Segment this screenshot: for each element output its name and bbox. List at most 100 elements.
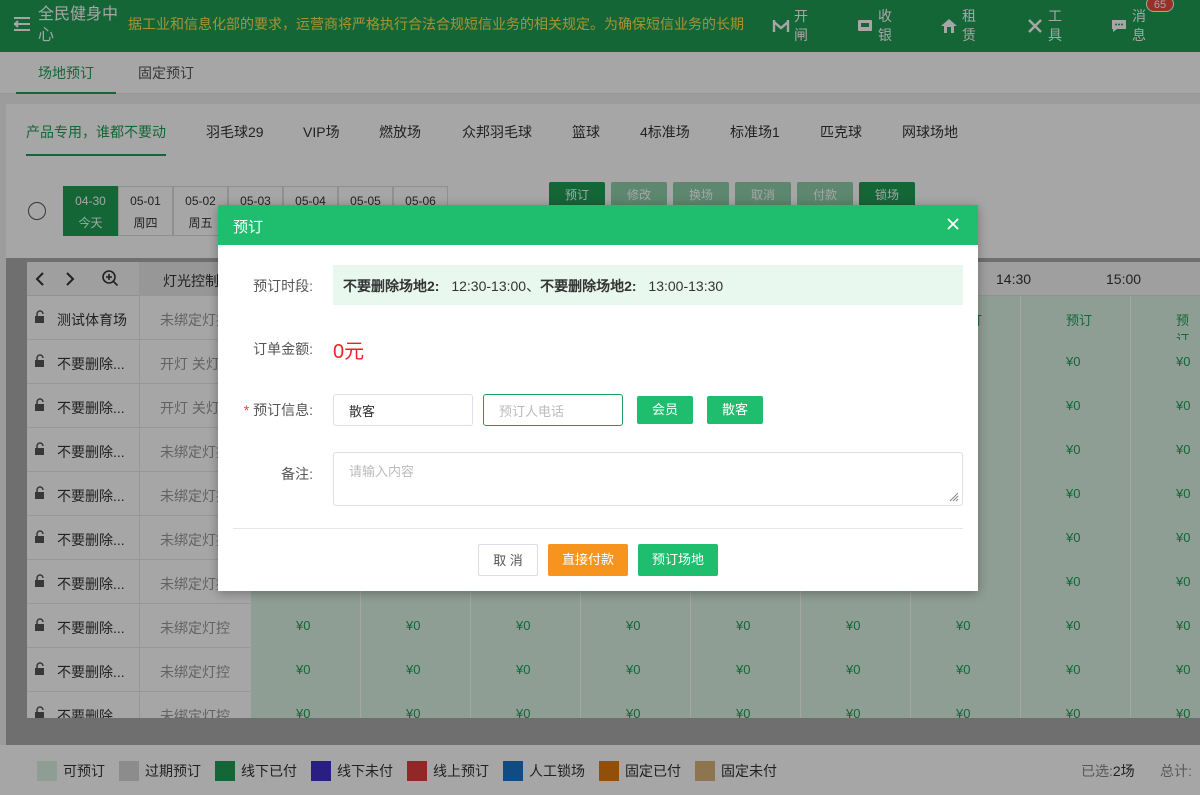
chevron-right-icon[interactable] xyxy=(63,271,77,287)
venue-tab-product[interactable]: 产品专用，谁都不要动 xyxy=(26,122,166,156)
slot-price[interactable]: ¥0 xyxy=(956,662,970,677)
phone-input[interactable]: 预订人电话 xyxy=(483,394,623,426)
date-0430[interactable]: 04-30 今天 xyxy=(63,186,118,236)
slot-price[interactable]: ¥0 xyxy=(1176,574,1190,589)
menu-icon[interactable] xyxy=(12,14,32,34)
cell-divider xyxy=(1130,340,1131,384)
slot-price[interactable]: ¥0 xyxy=(406,618,420,633)
time-header: 14:30 xyxy=(996,271,1032,287)
venue-tab-basketball[interactable]: 篮球 xyxy=(572,122,600,142)
lock-icon[interactable] xyxy=(33,618,47,632)
resize-grip-icon[interactable] xyxy=(949,492,959,502)
venue-tab-badminton29[interactable]: 羽毛球29 xyxy=(206,122,264,142)
slot-price[interactable]: ¥0 xyxy=(1176,618,1190,633)
cell-divider xyxy=(1130,516,1131,560)
lock-icon[interactable] xyxy=(33,354,47,368)
close-icon[interactable] xyxy=(946,217,960,231)
lock-icon[interactable] xyxy=(33,574,47,588)
slot-price[interactable]: ¥0 xyxy=(1176,530,1190,545)
slot-price[interactable]: ¥0 xyxy=(1066,618,1080,633)
slot-price[interactable]: ¥0 xyxy=(846,618,860,633)
slot-price[interactable]: ¥0 xyxy=(516,618,530,633)
chevron-left-icon[interactable] xyxy=(33,271,47,287)
selected-value: 2场 xyxy=(1112,763,1135,779)
slot-price[interactable]: 预订 xyxy=(1066,310,1092,329)
member-button[interactable]: 会员 xyxy=(637,396,694,424)
slot-price[interactable]: ¥0 xyxy=(846,662,860,677)
cell-divider xyxy=(1020,340,1021,384)
lock-icon[interactable] xyxy=(33,706,47,718)
slot-price[interactable]: ¥0 xyxy=(1066,574,1080,589)
venue-tab-zhongbang[interactable]: 众邦羽毛球 xyxy=(462,122,532,142)
venue-tab-standard4[interactable]: 4标准场 xyxy=(640,122,690,142)
slot-price[interactable]: ¥0 xyxy=(626,618,640,633)
date-0501[interactable]: 05-01 周四 xyxy=(118,186,173,236)
nav-rent-button[interactable]: 租赁 xyxy=(940,6,978,46)
venue-tab-standard1[interactable]: 标准场1 xyxy=(730,122,780,142)
slot-price[interactable]: ¥0 xyxy=(296,706,310,718)
venue-tab-vip[interactable]: VIP场 xyxy=(303,122,340,142)
slot-price[interactable]: ¥0 xyxy=(1176,706,1190,718)
slot-price[interactable]: ¥0 xyxy=(736,618,750,633)
slot-price[interactable]: ¥0 xyxy=(1066,442,1080,457)
order-amount: 0元 xyxy=(333,341,365,363)
pay-now-button[interactable]: 直接付款 xyxy=(548,544,628,576)
slot-price[interactable]: ¥0 xyxy=(1066,398,1080,413)
slot-price[interactable]: ¥0 xyxy=(1066,486,1080,501)
slot-price[interactable]: ¥0 xyxy=(1176,662,1190,677)
slot-price[interactable]: ¥0 xyxy=(296,618,310,633)
guest-button[interactable]: 散客 xyxy=(707,396,764,424)
slot-price[interactable]: ¥0 xyxy=(736,706,750,718)
venue-tab-tennis[interactable]: 网球场地 xyxy=(902,122,958,142)
selected-count: 已选:2场 xyxy=(1081,761,1135,781)
lock-icon[interactable] xyxy=(33,442,47,456)
slot-price[interactable]: ¥0 xyxy=(1066,354,1080,369)
tab-fixed-booking[interactable]: 固定预订 xyxy=(116,52,216,94)
slot-price[interactable]: ¥0 xyxy=(516,662,530,677)
slot-price[interactable]: ¥0 xyxy=(1176,354,1190,369)
slot-price[interactable]: ¥0 xyxy=(296,662,310,677)
slot-price[interactable]: ¥0 xyxy=(956,706,970,718)
lock-icon[interactable] xyxy=(33,530,47,544)
slot-price[interactable]: ¥0 xyxy=(626,706,640,718)
nav-message-label: 消息 xyxy=(1132,8,1146,43)
venue-tab-pickleball[interactable]: 匹克球 xyxy=(820,122,862,142)
slot-price[interactable]: ¥0 xyxy=(1066,706,1080,718)
book-venue-button[interactable]: 预订场地 xyxy=(638,544,718,576)
nav-gate-button[interactable]: 开闸 xyxy=(772,6,810,46)
slot-price[interactable]: ¥0 xyxy=(736,662,750,677)
remark-textarea[interactable]: 请输入内容 xyxy=(333,452,963,506)
legend-label: 可预订 xyxy=(63,763,105,779)
slot-price[interactable]: ¥0 xyxy=(626,662,640,677)
zoom-in-icon[interactable] xyxy=(101,269,119,287)
nav-cashier-button[interactable]: 收银 xyxy=(856,6,894,46)
cancel-button[interactable]: 取 消 xyxy=(478,544,538,576)
venue-tab-fireworks[interactable]: 燃放场 xyxy=(379,122,421,142)
prev-week-icon[interactable] xyxy=(28,202,46,220)
lock-icon[interactable] xyxy=(33,486,47,500)
slot-price[interactable]: ¥0 xyxy=(1176,398,1190,413)
customer-name-field[interactable]: 散客 xyxy=(333,394,473,426)
venue-name: 测试体育场 xyxy=(57,312,127,328)
slot-cells: ¥0 ¥0 ¥0 ¥0 ¥0 ¥0 ¥0 ¥0 ¥0 xyxy=(250,604,1200,648)
venue-name: 不要删除... xyxy=(57,444,125,460)
slot-price[interactable]: ¥0 xyxy=(846,706,860,718)
amount-label: 订单金额: xyxy=(253,341,313,357)
slot-price[interactable]: ¥0 xyxy=(1066,662,1080,677)
venue-name: 不要删除 xyxy=(57,708,113,718)
slot-price[interactable]: ¥0 xyxy=(406,706,420,718)
light-control-cell: 未绑定灯控 xyxy=(139,692,251,718)
slot-price[interactable]: ¥0 xyxy=(406,662,420,677)
slot-price[interactable]: ¥0 xyxy=(1176,442,1190,457)
slot-price[interactable]: ¥0 xyxy=(516,706,530,718)
lock-icon[interactable] xyxy=(33,662,47,676)
slot-price[interactable]: ¥0 xyxy=(1176,486,1190,501)
nav-tools-button[interactable]: 工具 xyxy=(1026,6,1064,46)
lock-icon[interactable] xyxy=(33,310,47,324)
lock-icon[interactable] xyxy=(33,398,47,412)
cell-divider xyxy=(1020,692,1021,718)
slot-price[interactable]: ¥0 xyxy=(956,618,970,633)
slot-price[interactable]: ¥0 xyxy=(1066,530,1080,545)
nav-message-button[interactable]: 消息 xyxy=(1110,6,1148,46)
tab-venue-booking[interactable]: 场地预订 xyxy=(16,52,116,94)
